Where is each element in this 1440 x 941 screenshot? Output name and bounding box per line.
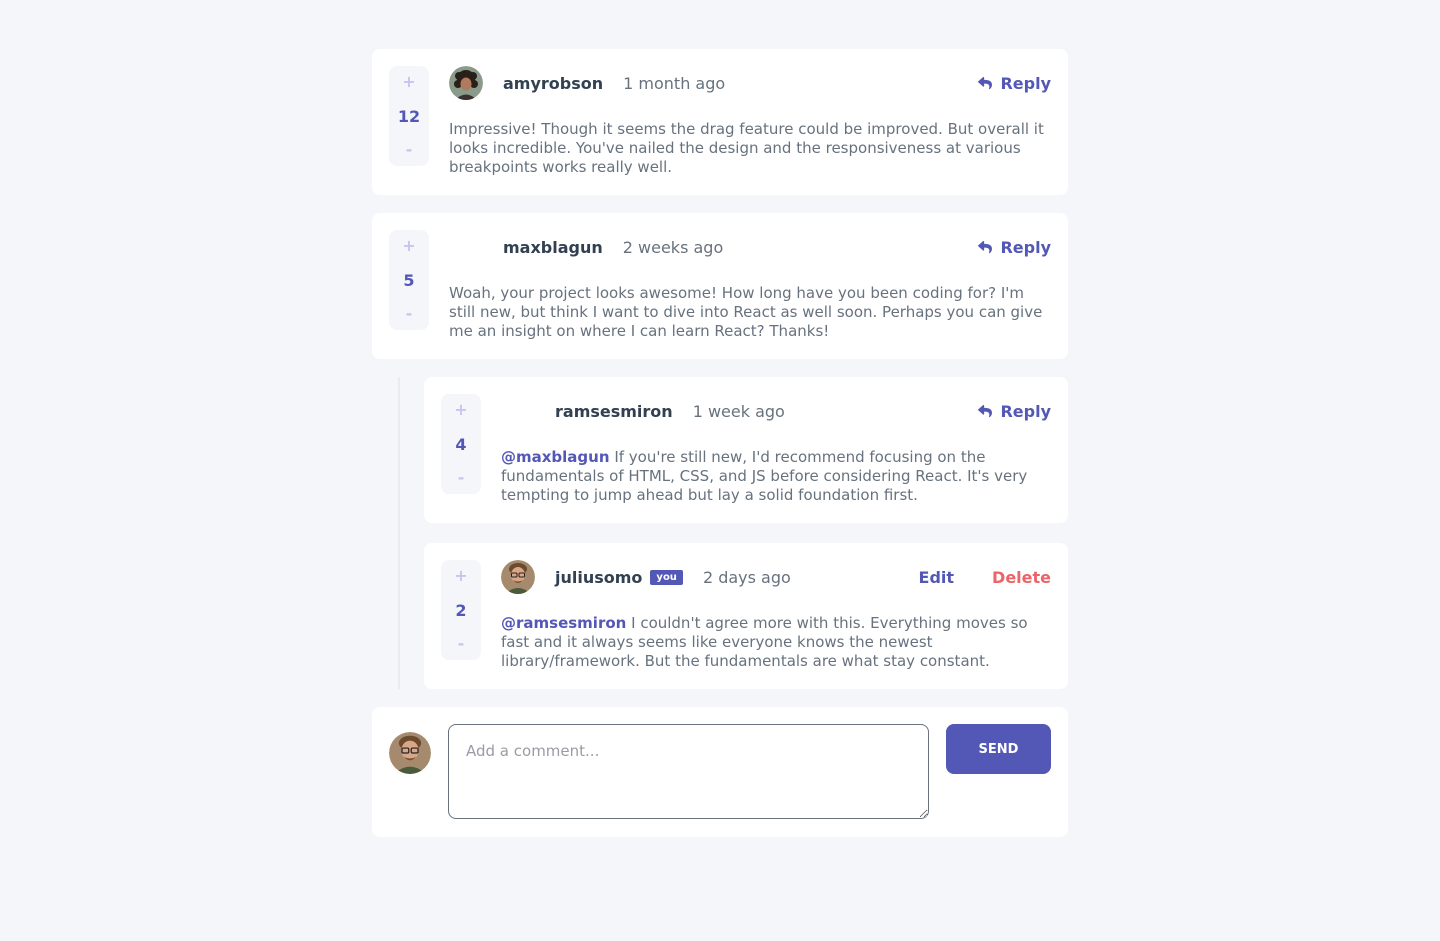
upvote-button[interactable]: + (402, 72, 415, 92)
mention-link[interactable]: @maxblagun (501, 448, 610, 466)
comment-text: Impressive! Though it seems the drag fea… (449, 120, 1044, 176)
upvote-button[interactable]: + (454, 400, 467, 420)
username[interactable]: juliusomo (555, 568, 642, 587)
mention-link[interactable]: @ramsesmiron (501, 614, 626, 632)
send-button[interactable]: SEND (946, 724, 1051, 774)
comment-card: + 5 - maxblagun 2 weeks ago Reply Woah, … (372, 213, 1068, 359)
avatar (501, 560, 535, 594)
vote-score: 12 (397, 106, 421, 126)
comment-actions: Reply (978, 74, 1051, 93)
add-comment-form: SEND (372, 707, 1068, 837)
thread-line (398, 377, 400, 689)
reply-card: + 4 - ramsesmiron 1 week ago Reply @maxb… (424, 377, 1068, 523)
edit-button[interactable]: Edit (919, 568, 955, 587)
reply-arrow-icon (978, 404, 993, 417)
comment-header: juliusomo you 2 days ago Edit Delete (501, 560, 1051, 594)
avatar (501, 394, 535, 428)
downvote-button[interactable]: - (406, 304, 413, 324)
reply-button[interactable]: Reply (978, 402, 1051, 421)
timestamp: 2 weeks ago (622, 237, 724, 257)
comment-text: @maxblagun If you're still new, I'd reco… (501, 448, 1051, 505)
you-badge: you (650, 569, 683, 585)
timestamp: 2 days ago (702, 567, 791, 587)
vote-score: 5 (403, 270, 415, 290)
vote-score: 4 (455, 434, 467, 454)
vote-widget: + 4 - (441, 394, 481, 494)
downvote-button[interactable]: - (458, 634, 465, 654)
reply-card-own: + 2 - juliusomo you 2 days ago Edit Dele… (424, 543, 1068, 689)
comment-actions: Reply (978, 238, 1051, 257)
avatar (449, 230, 483, 264)
comment-actions: Edit Delete (919, 568, 1051, 587)
comment-body: amyrobson 1 month ago Reply Impressive! … (449, 66, 1051, 177)
reply-label: Reply (1000, 237, 1051, 257)
username[interactable]: maxblagun (503, 238, 603, 257)
downvote-button[interactable]: - (458, 468, 465, 488)
vote-score: 2 (455, 600, 467, 620)
comment-body: juliusomo you 2 days ago Edit Delete @ra… (501, 560, 1051, 671)
comment-input[interactable] (448, 724, 929, 819)
timestamp: 1 month ago (623, 73, 726, 93)
delete-button[interactable]: Delete (992, 568, 1051, 587)
timestamp: 1 week ago (692, 401, 785, 421)
current-user-avatar (389, 732, 431, 774)
downvote-button[interactable]: - (406, 140, 413, 160)
reply-button[interactable]: Reply (978, 74, 1051, 93)
reply-button[interactable]: Reply (978, 238, 1051, 257)
comment-card: + 12 - amyrobson 1 month ago Reply Impre… (372, 49, 1068, 195)
reply-thread: + 4 - ramsesmiron 1 week ago Reply @maxb… (372, 377, 1068, 689)
comment-text: Woah, your project looks awesome! How lo… (449, 284, 1043, 340)
vote-widget: + 2 - (441, 560, 481, 660)
upvote-button[interactable]: + (454, 566, 467, 586)
comment-actions: Reply (978, 402, 1051, 421)
username[interactable]: amyrobson (503, 74, 603, 93)
reply-arrow-icon (978, 240, 993, 253)
avatar (449, 66, 483, 100)
comment-text: @ramsesmiron I couldn't agree more with … (501, 614, 1051, 671)
reply-label: Reply (1000, 401, 1051, 421)
reply-label: Reply (1000, 73, 1051, 93)
upvote-button[interactable]: + (402, 236, 415, 256)
comment-body: maxblagun 2 weeks ago Reply Woah, your p… (449, 230, 1051, 341)
username[interactable]: ramsesmiron (555, 402, 673, 421)
vote-widget: + 12 - (389, 66, 429, 166)
reply-arrow-icon (978, 76, 993, 89)
comments-section: + 12 - amyrobson 1 month ago Reply Impre… (372, 49, 1068, 837)
vote-widget: + 5 - (389, 230, 429, 330)
comment-header: ramsesmiron 1 week ago Reply (501, 394, 1051, 428)
comment-body: ramsesmiron 1 week ago Reply @maxblagun … (501, 394, 1051, 505)
comment-header: maxblagun 2 weeks ago Reply (449, 230, 1051, 264)
comment-header: amyrobson 1 month ago Reply (449, 66, 1051, 100)
